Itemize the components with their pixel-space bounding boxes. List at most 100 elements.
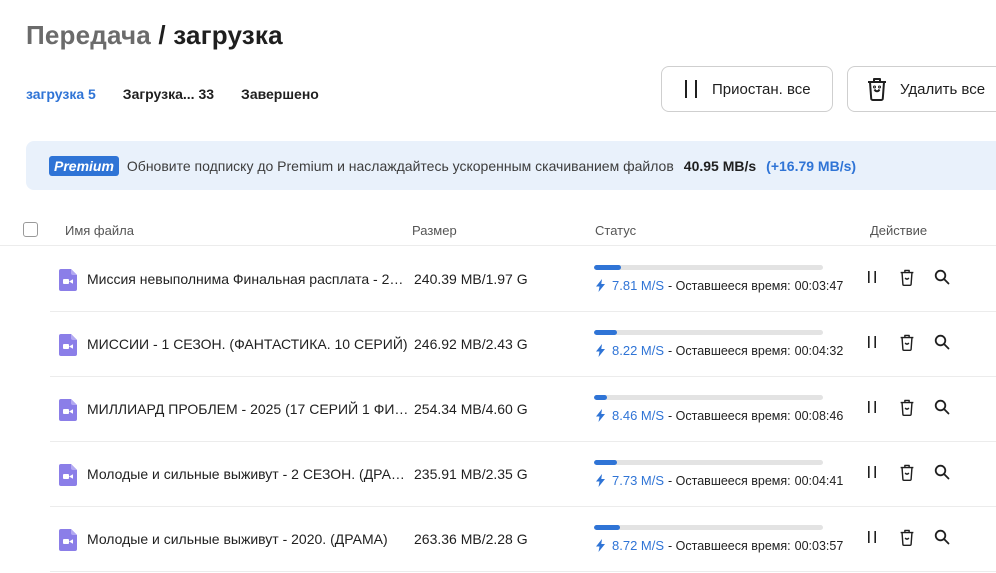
search-icon — [934, 464, 950, 485]
premium-message: Обновите подписку до Premium и наслаждай… — [126, 157, 674, 174]
progress-bar — [594, 265, 823, 270]
file-name: МИЛЛИАРД ПРОБЛЕМ - 2025 (17 СЕРИЙ 1 ФИЛЬ… — [87, 401, 409, 417]
download-status: 7.81 M/S - Оставшееся время: 00:03:47 — [596, 278, 843, 293]
table-row[interactable]: МИЛЛИАРД ПРОБЛЕМ - 2025 (17 СЕРИЙ 1 ФИЛЬ… — [50, 377, 996, 442]
download-status: 8.72 M/S - Оставшееся время: 00:03:57 — [596, 538, 843, 553]
file-size: 246.92 MB/2.43 G — [414, 336, 528, 352]
page-title: Передача / загрузка — [26, 20, 283, 51]
premium-badge: Premium — [49, 155, 119, 176]
file-size: 263.36 MB/2.28 G — [414, 531, 528, 547]
remaining-label: - Оставшееся время: — [668, 278, 791, 293]
boost-speed: (+16.79 MB/s) — [766, 157, 857, 174]
trash-icon — [866, 77, 888, 101]
download-status: 7.73 M/S - Оставшееся время: 00:04:41 — [596, 473, 843, 488]
download-rate: 8.22 M/S — [612, 343, 665, 358]
row-delete-button[interactable] — [899, 334, 915, 356]
remaining-time: 00:04:32 — [794, 343, 844, 358]
row-delete-button[interactable] — [899, 269, 915, 291]
pause-icon — [682, 79, 700, 99]
remaining-label: - Оставшееся время: — [668, 538, 791, 553]
video-file-icon — [59, 399, 77, 426]
row-search-button[interactable] — [934, 529, 950, 550]
trash-icon — [899, 399, 915, 421]
table-row[interactable]: Молодые и сильные выживут - 2 СЕЗОН. (ДР… — [50, 442, 996, 507]
file-size: 254.34 MB/4.60 G — [414, 401, 528, 417]
tab-completed[interactable]: Завершено — [241, 86, 319, 102]
file-size: 235.91 MB/2.35 G — [414, 466, 528, 482]
video-file-icon — [59, 334, 77, 361]
progress-fill — [594, 525, 621, 530]
remaining-time: 00:04:41 — [794, 473, 844, 488]
search-icon — [934, 399, 950, 420]
tab-downloads[interactable]: загрузка 5 — [26, 86, 96, 102]
download-status: 8.46 M/S - Оставшееся время: 00:08:46 — [596, 408, 843, 423]
trash-icon — [899, 529, 915, 551]
delete-all-button[interactable]: Удалить все — [847, 66, 996, 112]
file-size: 240.39 MB/1.97 G — [414, 271, 528, 287]
lightning-icon — [596, 279, 605, 292]
table-row[interactable]: Молодые и сильные выживут - 2020. (ДРАМА… — [50, 507, 996, 572]
progress-bar — [594, 395, 823, 400]
progress-fill — [594, 330, 617, 335]
video-file-icon — [59, 529, 77, 556]
progress-bar — [594, 525, 823, 530]
row-pause-button[interactable] — [865, 529, 879, 550]
row-search-button[interactable] — [934, 399, 950, 420]
remaining-label: - Оставшееся время: — [668, 408, 791, 423]
pause-icon — [865, 269, 879, 290]
table-row[interactable]: МИССИИ - 1 СЕЗОН. (ФАНТАСТИКА. 10 СЕРИЙ)… — [50, 312, 996, 377]
progress-bar — [594, 460, 823, 465]
pause-icon — [865, 529, 879, 550]
select-all-checkbox[interactable] — [23, 222, 38, 237]
row-pause-button[interactable] — [865, 399, 879, 420]
row-pause-button[interactable] — [865, 334, 879, 355]
remaining-time: 00:03:47 — [794, 278, 844, 293]
breadcrumb-current: загрузка — [173, 20, 283, 50]
file-name: Молодые и сильные выживут - 2 СЕЗОН. (ДР… — [87, 466, 409, 482]
progress-fill — [594, 395, 607, 400]
row-search-button[interactable] — [934, 269, 950, 290]
table-row[interactable]: Миссия невыполнима Финальная расплата - … — [50, 247, 996, 312]
pause-icon — [865, 399, 879, 420]
lightning-icon — [596, 344, 605, 357]
file-name: МИССИИ - 1 СЕЗОН. (ФАНТАСТИКА. 10 СЕРИЙ) — [87, 336, 408, 352]
download-rate: 8.46 M/S — [612, 408, 665, 423]
pause-icon — [865, 334, 879, 355]
tab-bar: загрузка 5 Загрузка... 33 Завершено — [26, 86, 319, 102]
row-search-button[interactable] — [934, 464, 950, 485]
row-delete-button[interactable] — [899, 399, 915, 421]
lightning-icon — [596, 474, 605, 487]
progress-fill — [594, 265, 622, 270]
search-icon — [934, 269, 950, 290]
pause-all-label: Приостан. все — [712, 80, 811, 98]
row-delete-button[interactable] — [899, 464, 915, 486]
download-rate: 7.73 M/S — [612, 473, 665, 488]
tab-downloading[interactable]: Загрузка... 33 — [123, 86, 214, 102]
row-pause-button[interactable] — [865, 464, 879, 485]
remaining-label: - Оставшееся время: — [668, 343, 791, 358]
row-search-button[interactable] — [934, 334, 950, 355]
column-action: Действие — [870, 223, 928, 238]
file-name: Миссия невыполнима Финальная расплата - … — [87, 271, 409, 287]
video-file-icon — [59, 464, 77, 491]
breadcrumb-transfer[interactable]: Передача — [26, 20, 151, 50]
file-name: Молодые и сильные выживут - 2020. (ДРАМА… — [87, 531, 388, 547]
row-pause-button[interactable] — [865, 269, 879, 290]
lightning-icon — [596, 539, 605, 552]
trash-icon — [899, 464, 915, 486]
table-header: Имя файла Размер Статус Действие — [0, 218, 996, 246]
remaining-label: - Оставшееся время: — [668, 473, 791, 488]
delete-all-label: Удалить все — [900, 80, 986, 98]
pause-all-button[interactable]: Приостан. все — [661, 66, 833, 112]
download-rate: 8.72 M/S — [612, 538, 665, 553]
pause-icon — [865, 464, 879, 485]
trash-icon — [899, 334, 915, 356]
breadcrumb-separator: / — [158, 20, 166, 50]
premium-banner[interactable]: Premium Обновите подписку до Premium и н… — [26, 141, 996, 190]
column-size: Размер — [412, 223, 457, 238]
lightning-icon — [596, 409, 605, 422]
column-status: Статус — [595, 223, 637, 238]
remaining-time: 00:08:46 — [794, 408, 844, 423]
row-delete-button[interactable] — [899, 529, 915, 551]
download-rate: 7.81 M/S — [612, 278, 665, 293]
